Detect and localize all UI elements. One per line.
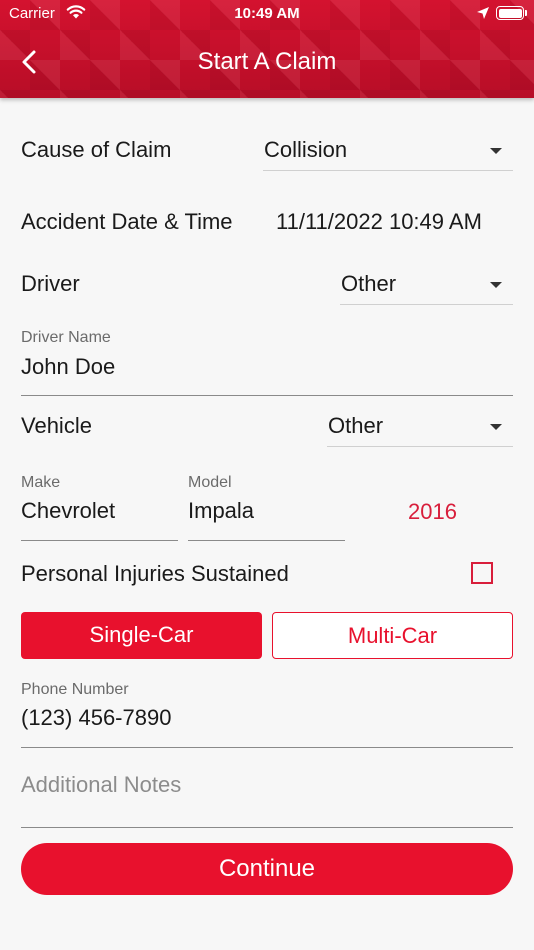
notes-underline: [21, 827, 513, 828]
injuries-checkbox[interactable]: [471, 562, 493, 584]
phone-underline: [21, 747, 513, 748]
make-label: Make: [21, 474, 61, 491]
vehicle-select[interactable]: Other: [328, 413, 383, 439]
phone-field[interactable]: (123) 456-7890: [21, 705, 171, 731]
driver-name-label: Driver Name: [21, 329, 111, 346]
status-bar: Carrier 10:49 AM: [0, 0, 534, 30]
vehicle-underline: [327, 446, 513, 447]
driver-underline: [340, 304, 513, 305]
make-field[interactable]: Chevrolet: [21, 498, 115, 524]
chevron-down-icon[interactable]: [490, 424, 502, 430]
status-time: 10:49 AM: [234, 5, 300, 22]
model-label: Model: [188, 474, 232, 491]
battery-cap-icon: [525, 10, 527, 16]
driver-name-underline: [21, 395, 513, 396]
driver-label: Driver: [21, 271, 80, 296]
vehicle-label: Vehicle: [21, 413, 92, 438]
chevron-down-icon[interactable]: [490, 148, 502, 154]
accident-date-label: Accident Date & Time: [21, 209, 233, 234]
make-underline: [21, 540, 178, 541]
battery-icon: [496, 6, 524, 20]
cause-of-claim-label: Cause of Claim: [21, 137, 172, 162]
multi-car-button[interactable]: Multi-Car: [272, 612, 513, 659]
cause-of-claim-select[interactable]: Collision: [264, 137, 347, 163]
driver-select[interactable]: Other: [341, 271, 396, 297]
year-select[interactable]: 2016: [408, 499, 457, 525]
driver-name-field[interactable]: John Doe: [21, 354, 115, 380]
model-underline: [188, 540, 345, 541]
continue-button[interactable]: Continue: [21, 843, 513, 895]
additional-notes-field[interactable]: Additional Notes: [21, 772, 181, 798]
single-car-button[interactable]: Single-Car: [21, 612, 262, 659]
injuries-label: Personal Injuries Sustained: [21, 561, 289, 586]
chevron-down-icon[interactable]: [490, 282, 502, 288]
cause-underline: [263, 170, 513, 171]
accident-date-value[interactable]: 11/11/2022 10:49 AM: [276, 209, 482, 235]
location-arrow-icon: [476, 6, 490, 24]
phone-label: Phone Number: [21, 681, 129, 698]
page-title: Start A Claim: [197, 48, 337, 75]
model-field[interactable]: Impala: [188, 498, 254, 524]
header-bar: Carrier 10:49 AM Start A Claim: [0, 0, 534, 98]
